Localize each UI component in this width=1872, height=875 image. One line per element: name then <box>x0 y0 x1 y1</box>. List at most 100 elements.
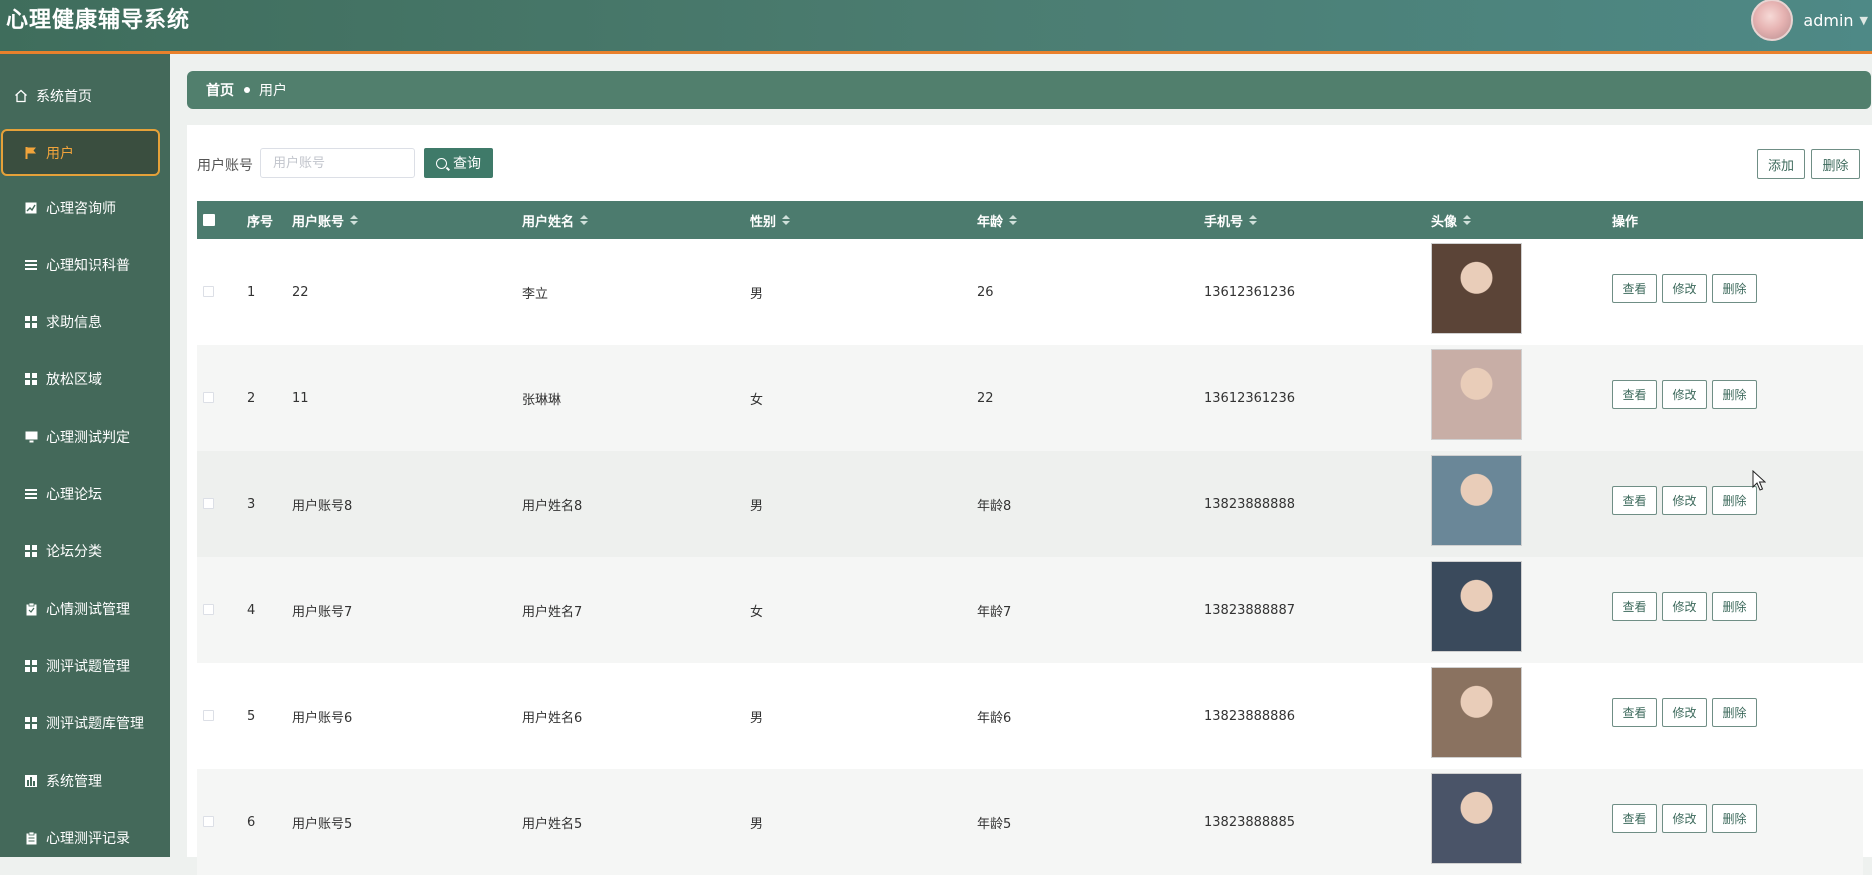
sort-icon[interactable] <box>1463 215 1472 225</box>
sort-icon[interactable] <box>1009 215 1018 225</box>
view-button[interactable]: 查看 <box>1612 380 1657 409</box>
view-button[interactable]: 查看 <box>1612 592 1657 621</box>
breadcrumb-home[interactable]: 首页 <box>206 80 234 100</box>
select-all-checkbox[interactable] <box>203 214 215 226</box>
add-button[interactable]: 添加 <box>1757 149 1805 179</box>
bar-chart-icon <box>24 775 38 787</box>
column-name[interactable]: 用户姓名 <box>522 201 589 239</box>
edit-button[interactable]: 修改 <box>1662 380 1707 409</box>
cell-phone: 13612361236 <box>1204 390 1295 406</box>
cell-account: 用户账号8 <box>292 498 353 514</box>
delete-selected-button[interactable]: 删除 <box>1811 149 1860 179</box>
user-photo[interactable] <box>1431 773 1522 864</box>
search-icon <box>436 157 447 169</box>
sidebar-item-relax[interactable]: 放松区域 <box>0 355 170 403</box>
sidebar-item-assessment-records[interactable]: 心理测评记录 <box>0 814 170 862</box>
sidebar-item-label: 论坛分类 <box>46 544 102 560</box>
sidebar-item-question-bank[interactable]: 测评试题库管理 <box>0 699 170 747</box>
clipboard-icon <box>24 831 38 845</box>
sidebar-item-users[interactable]: 用户 <box>1 129 160 176</box>
sidebar-item-label: 心理咨询师 <box>46 201 116 217</box>
row-checkbox[interactable] <box>203 498 214 509</box>
grid-icon <box>24 717 38 729</box>
cell-index: 5 <box>247 708 256 724</box>
view-button[interactable]: 查看 <box>1612 698 1657 727</box>
column-label: 年龄 <box>977 214 1004 230</box>
table-row: 3 用户账号8 用户姓名8 男 年龄8 13823888888 查看 修改 删除 <box>197 451 1863 557</box>
cell-age: 年龄8 <box>977 498 1012 514</box>
sidebar-item-forum-category[interactable]: 论坛分类 <box>0 527 170 575</box>
user-photo[interactable] <box>1431 667 1522 758</box>
sidebar-item-knowledge[interactable]: 心理知识科普 <box>0 241 170 289</box>
table-row: 2 11 张琳琳 女 22 13612361236 查看 修改 删除 <box>197 345 1863 451</box>
sort-icon[interactable] <box>580 215 589 225</box>
row-checkbox[interactable] <box>203 604 214 615</box>
top-bar: 心理健康辅导系统 admin ▼ <box>0 0 1872 54</box>
sidebar-item-label: 心理论坛 <box>46 487 102 503</box>
column-phone[interactable]: 手机号 <box>1204 201 1258 239</box>
delete-row-button[interactable]: 删除 <box>1712 380 1757 409</box>
cell-index: 1 <box>247 284 256 300</box>
sidebar-item-help-info[interactable]: 求助信息 <box>0 298 170 346</box>
view-button[interactable]: 查看 <box>1612 804 1657 833</box>
delete-row-button[interactable]: 删除 <box>1712 592 1757 621</box>
username[interactable]: admin <box>1803 11 1853 30</box>
row-checkbox[interactable] <box>203 816 214 827</box>
edit-button[interactable]: 修改 <box>1662 274 1707 303</box>
view-button[interactable]: 查看 <box>1612 486 1657 515</box>
sidebar-item-forum[interactable]: 心理论坛 <box>0 470 170 518</box>
column-account[interactable]: 用户账号 <box>292 201 359 239</box>
sort-icon[interactable] <box>782 215 791 225</box>
cell-index: 6 <box>247 814 256 830</box>
row-checkbox[interactable] <box>203 710 214 721</box>
sidebar-item-label: 测评试题管理 <box>46 659 130 675</box>
sidebar-item-mood-test[interactable]: 心情测试管理 <box>0 585 170 633</box>
cell-account: 11 <box>292 390 309 406</box>
sidebar-item-question-mgmt[interactable]: 测评试题管理 <box>0 642 170 690</box>
sidebar-item-home[interactable]: 系统首页 <box>0 72 170 120</box>
sidebar-item-test-judgement[interactable]: 心理测试判定 <box>0 413 170 461</box>
query-button[interactable]: 查询 <box>424 148 493 178</box>
search-label: 用户账号 <box>197 158 253 174</box>
sidebar-item-label: 系统管理 <box>46 774 102 790</box>
sort-icon[interactable] <box>350 215 359 225</box>
delete-row-button[interactable]: 删除 <box>1712 486 1757 515</box>
column-label: 手机号 <box>1204 214 1244 230</box>
chevron-down-icon[interactable]: ▼ <box>1860 14 1868 27</box>
table-header: 序号 用户账号 用户姓名 性别 年龄 手机号 头像 操作 <box>197 201 1863 239</box>
edit-button[interactable]: 修改 <box>1662 698 1707 727</box>
breadcrumb-separator <box>244 87 250 93</box>
avatar[interactable] <box>1751 0 1794 41</box>
column-label: 序号 <box>247 214 274 230</box>
search-input[interactable] <box>260 148 415 178</box>
edit-button[interactable]: 修改 <box>1662 486 1707 515</box>
view-button[interactable]: 查看 <box>1612 274 1657 303</box>
user-photo[interactable] <box>1431 455 1522 546</box>
edit-button[interactable]: 修改 <box>1662 804 1707 833</box>
delete-row-button[interactable]: 删除 <box>1712 804 1757 833</box>
sort-icon[interactable] <box>1249 215 1258 225</box>
user-photo[interactable] <box>1431 243 1522 334</box>
edit-button[interactable]: 修改 <box>1662 592 1707 621</box>
sidebar-item-system[interactable]: 系统管理 <box>0 757 170 805</box>
mouse-cursor-icon <box>1752 470 1766 491</box>
cell-gender: 男 <box>750 286 764 302</box>
user-photo[interactable] <box>1431 349 1522 440</box>
row-checkbox[interactable] <box>203 286 214 297</box>
column-age[interactable]: 年龄 <box>977 201 1018 239</box>
cell-phone: 13823888888 <box>1204 496 1295 512</box>
cell-account: 用户账号7 <box>292 604 353 620</box>
breadcrumb-current: 用户 <box>259 83 287 99</box>
delete-row-button[interactable]: 删除 <box>1712 274 1757 303</box>
delete-row-button[interactable]: 删除 <box>1712 698 1757 727</box>
column-avatar[interactable]: 头像 <box>1431 201 1472 239</box>
user-menu[interactable]: admin ▼ <box>1751 0 1872 41</box>
row-checkbox[interactable] <box>203 392 214 403</box>
grid-icon <box>24 373 38 385</box>
cell-age: 26 <box>977 284 994 300</box>
user-photo[interactable] <box>1431 561 1522 652</box>
table-row: 5 用户账号6 用户姓名6 男 年龄6 13823888886 查看 修改 删除 <box>197 663 1863 769</box>
column-gender[interactable]: 性别 <box>750 201 791 239</box>
sidebar-item-counselor[interactable]: 心理咨询师 <box>0 184 170 232</box>
table-row: 4 用户账号7 用户姓名7 女 年龄7 13823888887 查看 修改 删除 <box>197 557 1863 663</box>
